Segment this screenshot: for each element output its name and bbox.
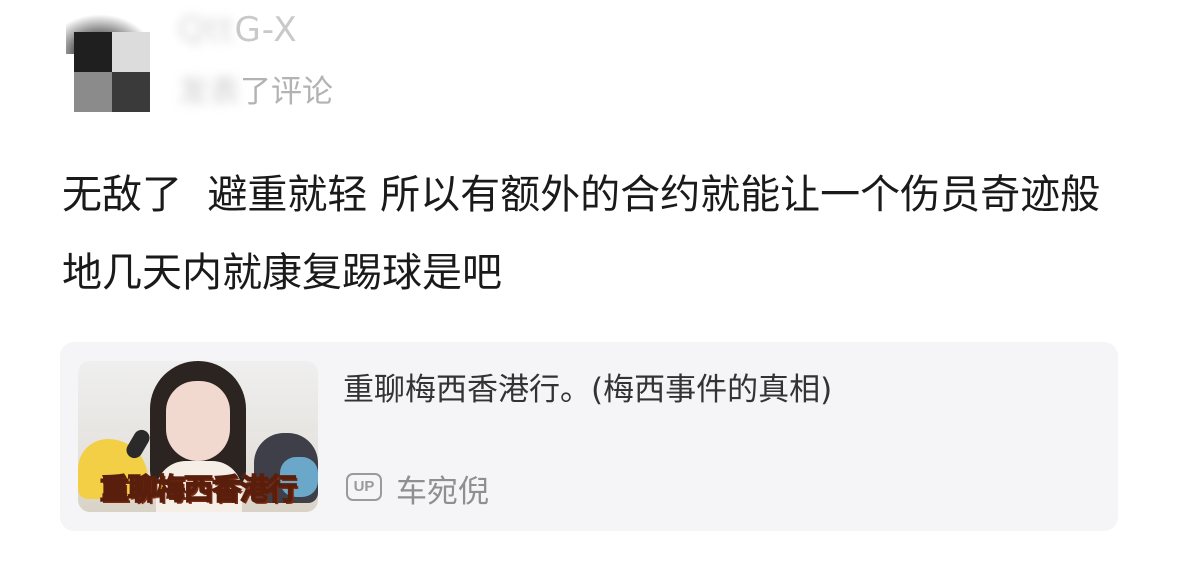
avatar-mosaic <box>74 32 150 112</box>
action-text-blurred-part: 发表 <box>178 74 240 110</box>
user-avatar-icon[interactable] <box>66 14 150 112</box>
video-link-card[interactable]: 重聊梅西香港行 重聊梅西香港行。(梅西事件的真相) UP 车宛倪 <box>60 342 1118 531</box>
comment-notification: QttG-X 发表了评论 无敌了 避重就轻 所以有额外的合约就能让一个伤员奇迹般… <box>0 0 1179 566</box>
username-visible: G-X <box>234 10 298 50</box>
action-text: 发表了评论 <box>178 66 333 111</box>
comment-text: 无敌了 避重就轻 所以有额外的合约就能让一个伤员奇迹般地几天内就康复踢球是吧 <box>62 172 1101 296</box>
username-blurred-part: Qtt <box>178 10 235 50</box>
username[interactable]: QttG-X <box>178 10 298 50</box>
video-title[interactable]: 重聊梅西香港行。(梅西事件的真相) <box>343 364 832 409</box>
uploader-name[interactable]: 车宛倪 <box>396 466 489 511</box>
video-thumbnail[interactable]: 重聊梅西香港行 <box>78 361 318 512</box>
action-text-visible: 了评论 <box>240 74 333 110</box>
plush-toy-ear <box>123 427 153 461</box>
person-face <box>166 381 230 461</box>
thumbnail-caption: 重聊梅西香港行 <box>99 471 298 507</box>
up-badge-icon: UP <box>346 473 382 501</box>
